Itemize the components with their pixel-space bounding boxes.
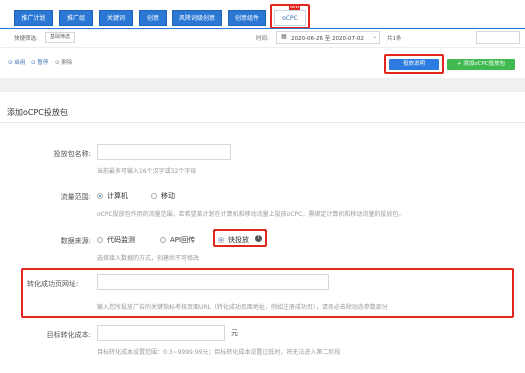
url-label: 转化成功页网址:: [27, 280, 79, 288]
highlight-box-guide: [384, 54, 444, 74]
form-title: 添加oCPC投放包: [7, 108, 68, 117]
tab-group[interactable]: 推广组: [59, 10, 93, 26]
tab-campaign[interactable]: 推广计划: [14, 10, 53, 26]
option-mobile: 移动: [161, 192, 175, 200]
result-count: 共1条: [387, 36, 402, 42]
package-name-input[interactable]: [97, 144, 231, 160]
pause-label: 暂停: [37, 60, 49, 66]
tab-label: 创意组件: [234, 15, 259, 22]
radio-api[interactable]: [160, 237, 166, 243]
url-hint: 输入您所投放广告的关键指标考核页面URL（转化成功页面地址，例如注册成功页），请…: [97, 304, 388, 311]
radio-mobile[interactable]: [151, 193, 157, 199]
search-input[interactable]: [476, 31, 520, 44]
enable-action[interactable]: ⊙ 启用: [8, 58, 25, 66]
option-computer: 计算机: [107, 192, 128, 200]
section-gap: [0, 78, 525, 92]
date-range-picker[interactable]: ▦ 2020-06-26 至 2020-07-02 ⌄: [276, 31, 380, 44]
filter-label: 快捷筛选:: [14, 36, 38, 42]
option-api: API回传: [170, 236, 196, 244]
cost-label: 目标转化成本:: [46, 331, 91, 339]
calendar-icon: ▦: [281, 33, 287, 40]
tab-label: 推广组: [66, 15, 85, 22]
pause-action[interactable]: ⊙ 暂停: [31, 58, 48, 66]
top-panel: 推广计划 推广组 关键词 创意 风降词级创意 创意组件 oCPC NEW 快捷筛…: [0, 0, 525, 78]
add-ocpc-button[interactable]: + 添加oCPC投放包: [447, 59, 515, 70]
highlight-box-ocpc-tab: [270, 4, 310, 29]
tab-underline: [0, 28, 525, 29]
delete-label: 删除: [61, 60, 73, 66]
source-label: 数据来源:: [60, 237, 91, 245]
target-cost-input[interactable]: [97, 325, 225, 341]
enable-icon: ⊙: [8, 60, 13, 66]
conversion-url-input[interactable]: [97, 274, 329, 290]
tab-keyword[interactable]: 关键词: [99, 10, 133, 26]
pause-icon: ⊙: [31, 60, 36, 66]
chevron-down-icon: ⌄: [372, 33, 378, 40]
cost-unit: 元: [231, 329, 238, 337]
traffic-hint: oCPC投放包作用的流量范围，若希望某计划在计算机和移动流量上投放oCPC，需绑…: [97, 211, 405, 218]
name-hint: 当前最多可输入16个汉字或32个字母: [97, 168, 197, 175]
radio-code-monitor[interactable]: [97, 237, 103, 243]
source-hint: 选择接入数据的方式，创建后不可修改: [97, 255, 200, 262]
tab-label: 关键词: [106, 15, 125, 22]
tab-label: 风降词级创意: [178, 15, 215, 22]
time-label: 时间:: [256, 36, 269, 42]
delete-icon: ⊙: [55, 60, 60, 66]
date-range-value: 2020-06-26 至 2020-07-02: [291, 36, 364, 42]
highlight-box-source: [213, 229, 267, 247]
tab-creative-component[interactable]: 创意组件: [228, 10, 266, 26]
filter-select[interactable]: 基础筛选: [45, 32, 75, 43]
tab-creative[interactable]: 创意: [139, 10, 167, 26]
radio-computer[interactable]: [97, 193, 103, 199]
divider: [0, 122, 525, 123]
divider: [0, 47, 525, 48]
name-label: 投放包名称:: [53, 150, 91, 158]
add-ocpc-label: 添加oCPC投放包: [463, 61, 506, 67]
enable-label: 启用: [14, 60, 26, 66]
option-code-monitor: 代码监测: [107, 236, 135, 244]
cost-hint: 目标转化成本设置范围：0.3~9999.99元；目标转化成本设置过低时，将无法进…: [97, 349, 341, 356]
delete-action[interactable]: ⊙ 删除: [55, 58, 72, 66]
tab-dynamic-creative[interactable]: 风降词级创意: [172, 10, 222, 26]
tab-label: 创意: [146, 15, 159, 22]
traffic-label: 流量范围:: [60, 193, 91, 201]
tab-label: 推广计划: [21, 15, 46, 22]
